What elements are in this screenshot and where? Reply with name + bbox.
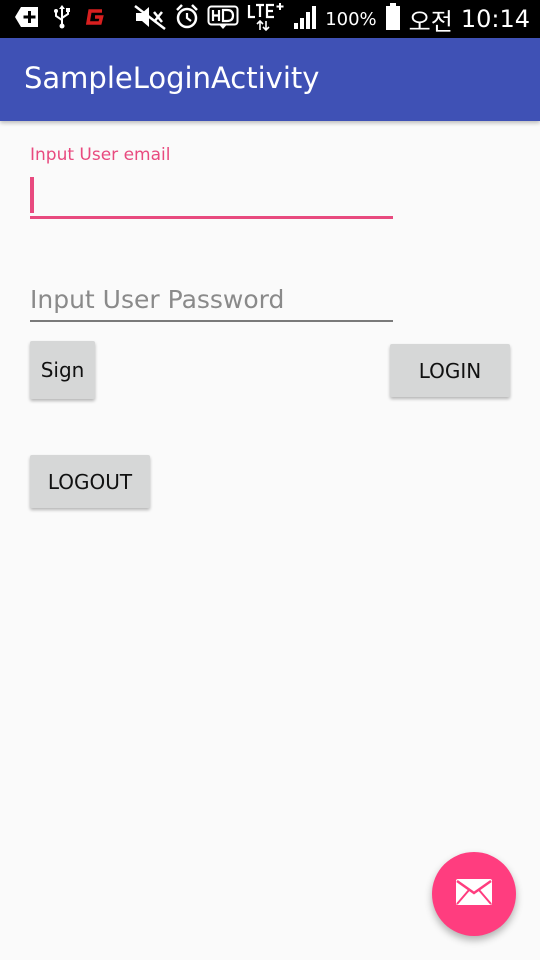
status-time: 10:14 bbox=[460, 5, 530, 33]
status-left-icons bbox=[14, 5, 106, 33]
login-button[interactable]: LOGIN bbox=[390, 344, 510, 397]
sign-button[interactable]: Sign bbox=[30, 341, 95, 399]
app-bar: SampleLoginActivity bbox=[0, 38, 540, 121]
status-ampm: 오전 bbox=[408, 7, 453, 36]
email-field[interactable] bbox=[30, 172, 393, 219]
logout-button[interactable]: LOGOUT bbox=[30, 455, 150, 508]
mail-fab-button[interactable] bbox=[432, 852, 516, 936]
mute-icon bbox=[133, 4, 167, 34]
status-bar: 100% 오전 10:14 bbox=[0, 0, 540, 38]
add-box-icon bbox=[14, 6, 40, 32]
text-cursor bbox=[30, 177, 34, 213]
signal-icon bbox=[293, 4, 317, 34]
battery-icon bbox=[385, 3, 401, 35]
app-title: SampleLoginActivity bbox=[24, 61, 320, 95]
app-g-icon bbox=[84, 6, 106, 32]
mail-icon bbox=[455, 878, 493, 910]
battery-percent: 100% bbox=[325, 8, 377, 30]
alarm-icon bbox=[175, 4, 199, 34]
usb-icon bbox=[54, 5, 70, 33]
password-field[interactable] bbox=[30, 278, 393, 322]
lte-plus-icon bbox=[247, 2, 285, 36]
hd-icon bbox=[207, 4, 239, 34]
status-right-icons: 100% 오전 10:14 bbox=[133, 0, 530, 38]
email-field-label: Input User email bbox=[30, 145, 171, 165]
